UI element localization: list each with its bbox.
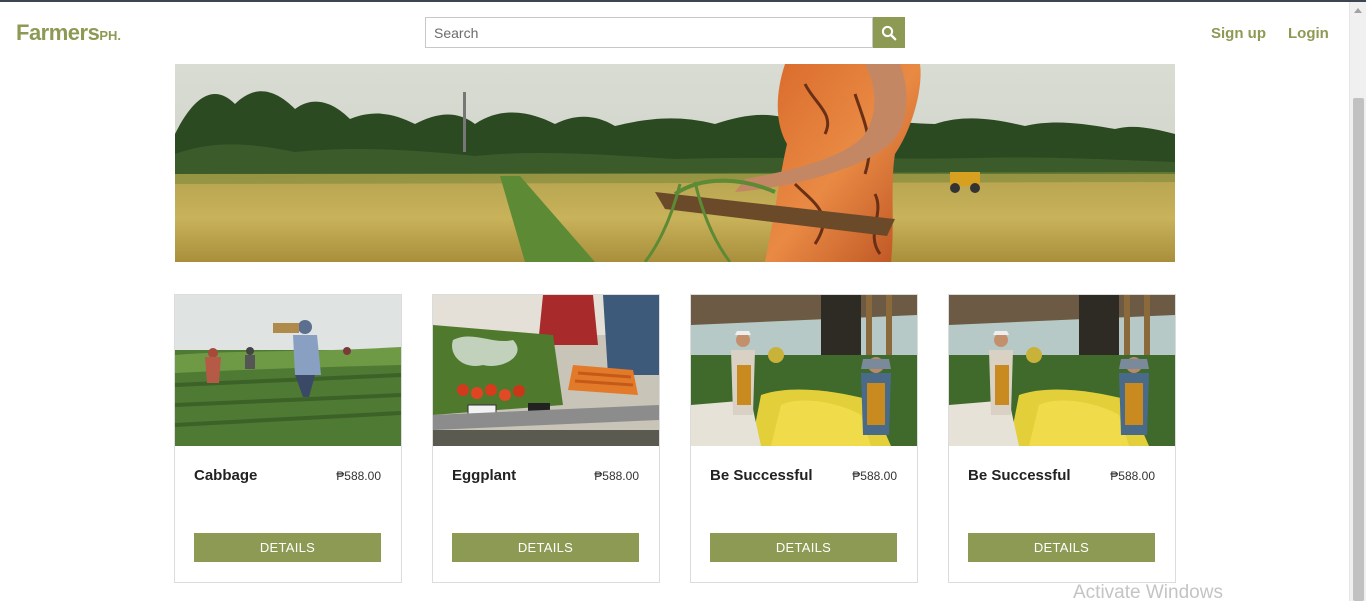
scroll-up-arrow-icon[interactable] [1354,8,1362,13]
product-card[interactable]: Be Successful ₱588.00 DETAILS [948,294,1176,583]
product-title: Be Successful [710,467,813,484]
brand-logo[interactable]: FarmersPH. [16,20,121,46]
product-price: ₱588.00 [336,469,381,483]
product-image[interactable] [949,295,1175,446]
vegetable-market-stall-photo [433,295,659,446]
hero-farm-photo [175,64,1175,262]
details-button[interactable]: DETAILS [968,533,1155,562]
product-card[interactable]: Be Successful ₱588.00 DETAILS [690,294,918,583]
product-title: Eggplant [452,467,517,484]
page: FarmersPH. Sign up Login [0,0,1366,601]
flower-farm-workers-photo [949,295,1175,446]
scrollbar-thumb[interactable] [1353,98,1364,601]
signup-link[interactable]: Sign up [1211,25,1266,42]
details-button[interactable]: DETAILS [194,533,381,562]
flower-farm-workers-photo [691,295,917,446]
brand-suffix: PH. [99,28,122,43]
nav-links: Sign up Login [1211,25,1329,42]
activate-windows-watermark: Activate Windows [1073,582,1223,601]
search-button[interactable] [873,17,905,48]
details-button[interactable]: DETAILS [710,533,897,562]
search-input[interactable] [425,17,873,48]
product-price: ₱588.00 [852,469,897,483]
product-card[interactable]: Cabbage ₱588.00 DETAILS [174,294,402,583]
hero-banner [175,64,1175,262]
product-price: ₱588.00 [1110,469,1155,483]
search-bar [425,17,905,48]
product-image[interactable] [433,295,659,446]
product-image[interactable] [691,295,917,446]
login-link[interactable]: Login [1288,25,1329,42]
vertical-scrollbar[interactable] [1349,2,1366,601]
product-card[interactable]: Eggplant ₱588.00 DETAILS [432,294,660,583]
farmers-in-field-photo [175,295,401,446]
brand-name: Farmers [16,20,100,45]
product-image[interactable] [175,295,401,446]
product-price: ₱588.00 [594,469,639,483]
navbar: FarmersPH. Sign up Login [0,2,1348,64]
details-button[interactable]: DETAILS [452,533,639,562]
product-title: Be Successful [968,467,1071,484]
product-title: Cabbage [194,467,258,484]
search-icon [881,25,897,40]
